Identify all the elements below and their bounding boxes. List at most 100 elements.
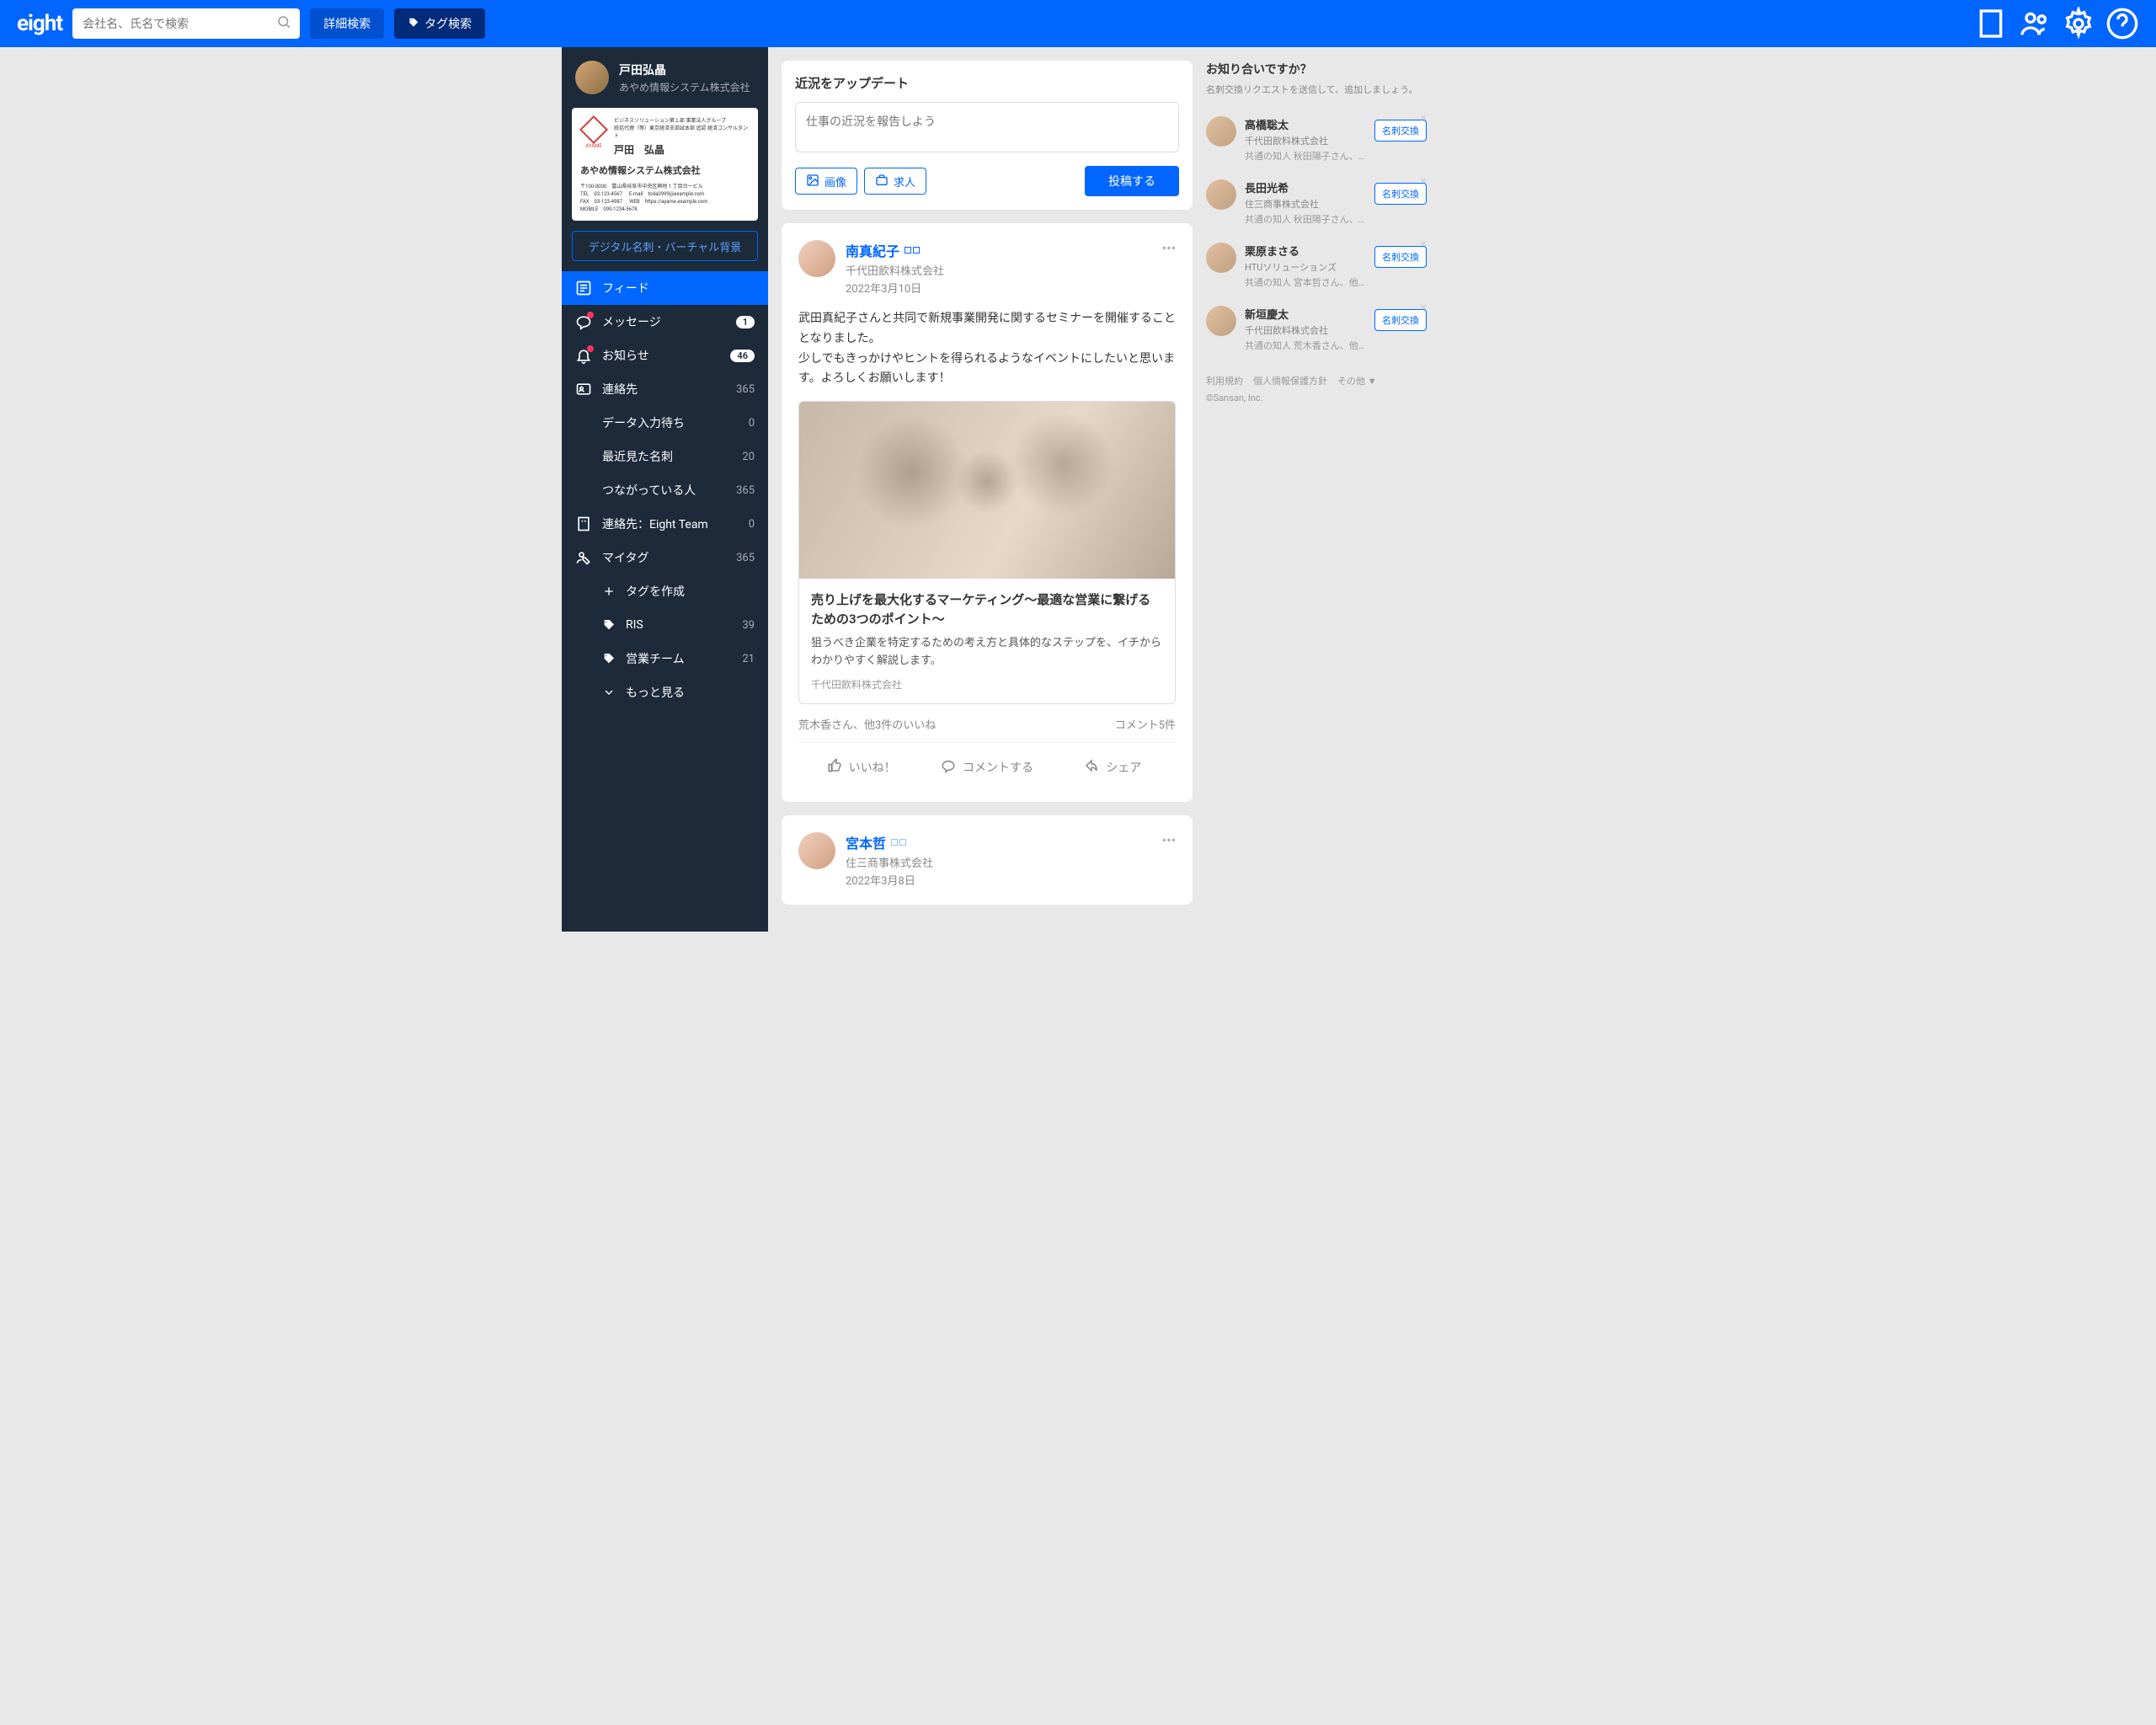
card-name: 戸田 弘晶 bbox=[614, 142, 750, 157]
nav-recent[interactable]: 最近見た名刺 20 bbox=[562, 440, 768, 473]
search-icon[interactable] bbox=[276, 14, 291, 33]
nav-contacts[interactable]: 連絡先 365 bbox=[562, 372, 768, 406]
exchange-button[interactable]: 名刺交換 bbox=[1374, 183, 1427, 205]
main-column: 近況をアップデート 画像 求人 投稿する 南真紀子 千代田飲料株式会社 bbox=[768, 47, 1206, 932]
comment-label: コメントする bbox=[963, 759, 1033, 776]
post-menu-icon[interactable]: ••• bbox=[1162, 240, 1176, 256]
suggestion-item: × 高橋聡太 千代田飲料株式会社 共通の知人 秋田陽子さん、… 名刺交換 bbox=[1206, 108, 1427, 171]
tag-search-button[interactable]: タグ検索 bbox=[394, 8, 485, 39]
post-author[interactable]: 南真紀子 bbox=[846, 240, 944, 260]
suggest-avatar[interactable] bbox=[1206, 116, 1236, 147]
suggest-avatar[interactable] bbox=[1206, 179, 1236, 210]
nav-tag-ris[interactable]: RIS 39 bbox=[562, 608, 768, 642]
post-comments[interactable]: コメント5件 bbox=[1115, 716, 1176, 732]
post-likes[interactable]: 荒木香さん、他3件のいいね bbox=[798, 716, 936, 732]
team-count: 0 bbox=[749, 518, 755, 531]
tag-sales-count: 21 bbox=[742, 653, 755, 665]
post-company: 住三商事株式会社 bbox=[846, 854, 933, 870]
post-button[interactable]: 投稿する bbox=[1085, 166, 1179, 196]
composer-title: 近況をアップデート bbox=[795, 74, 1179, 92]
digital-card-button[interactable]: デジタル名刺・バーチャル背景 bbox=[572, 231, 758, 261]
composer-input[interactable] bbox=[795, 102, 1179, 152]
help-icon[interactable] bbox=[2105, 7, 2139, 40]
post-date: 2022年3月10日 bbox=[846, 280, 944, 296]
mytag-count: 365 bbox=[736, 552, 755, 564]
nav-notices-label: お知らせ bbox=[602, 347, 720, 364]
building-icon[interactable] bbox=[1974, 7, 2008, 40]
comment-button[interactable]: コメントする bbox=[924, 750, 1049, 785]
suggestion-item: × 栗原まさる HTUソリューションズ 共通の知人 宮本哲さん、他… 名刺交換 bbox=[1206, 234, 1427, 297]
building-small-icon bbox=[575, 515, 592, 532]
nav-pending-label: データ入力待ち bbox=[602, 414, 739, 431]
suggest-name[interactable]: 高橋聡太 bbox=[1245, 116, 1366, 132]
nav-feed[interactable]: フィード bbox=[562, 271, 768, 305]
app-header: eight 詳細検索 タグ検索 bbox=[0, 0, 2156, 47]
post-author[interactable]: 宮本哲 bbox=[846, 832, 933, 852]
profile[interactable]: 戸田弘晶 あやめ情報システム株式会社 bbox=[562, 61, 768, 108]
like-button[interactable]: いいね！ bbox=[798, 750, 924, 785]
nav-create-tag[interactable]: タグを作成 bbox=[562, 574, 768, 608]
exchange-button[interactable]: 名刺交換 bbox=[1374, 246, 1427, 268]
people-icon[interactable] bbox=[2018, 7, 2052, 40]
contacts-count: 365 bbox=[736, 383, 755, 396]
nav-create-tag-label: タグを作成 bbox=[626, 583, 755, 600]
post-link-card[interactable]: 売り上げを最大化するマーケティング〜最適な営業に繋げるための3つのポイント〜 狙… bbox=[798, 401, 1176, 704]
suggest-mutual: 共通の知人 秋田陽子さん、… bbox=[1245, 149, 1366, 163]
suggest-name[interactable]: 栗原まさる bbox=[1245, 243, 1366, 259]
close-icon[interactable]: × bbox=[1421, 111, 1427, 125]
card-title: 統括代理（等）東京経済支部試本部 追認 経済コンサルタント bbox=[614, 124, 750, 139]
detail-search-button[interactable]: 詳細検索 bbox=[310, 8, 384, 39]
image-icon bbox=[806, 174, 819, 190]
suggest-name[interactable]: 長田光希 bbox=[1245, 179, 1366, 195]
footer-other[interactable]: その他 ▼ bbox=[1337, 374, 1377, 387]
nav-tag-sales[interactable]: 営業チーム 21 bbox=[562, 642, 768, 676]
exchange-button[interactable]: 名刺交換 bbox=[1374, 309, 1427, 331]
messages-badge: 1 bbox=[736, 316, 755, 328]
nav-more[interactable]: もっと見る bbox=[562, 676, 768, 709]
search-wrap bbox=[72, 8, 300, 39]
post-item: 南真紀子 千代田飲料株式会社 2022年3月10日 ••• 武田真紀子さんと共同… bbox=[782, 223, 1193, 802]
suggest-avatar[interactable] bbox=[1206, 306, 1236, 336]
profile-name: 戸田弘晶 bbox=[619, 61, 750, 78]
tag-small-icon bbox=[602, 650, 616, 667]
card-web: WEB https://ayame.example.com bbox=[629, 197, 707, 205]
card-mobile: MOBILE 090-1234-5678 bbox=[580, 205, 750, 212]
nav-mytag[interactable]: マイタグ 365 bbox=[562, 541, 768, 574]
like-label: いいね！ bbox=[849, 759, 896, 776]
suggestions-sub: 名刺交換リクエストを送信して、追加しましょう。 bbox=[1206, 83, 1427, 96]
logo[interactable]: eight bbox=[17, 11, 62, 36]
nav-more-label: もっと見る bbox=[626, 684, 755, 701]
share-button[interactable]: シェア bbox=[1050, 750, 1176, 785]
nav-messages[interactable]: メッセージ 1 bbox=[562, 305, 768, 339]
suggestion-item: × 長田光希 住三商事株式会社 共通の知人 秋田陽子さん、他… 名刺交換 bbox=[1206, 171, 1427, 234]
image-chip[interactable]: 画像 bbox=[795, 168, 857, 195]
footer-privacy[interactable]: 個人情報保護方針 bbox=[1253, 374, 1327, 387]
post-item: 宮本哲 住三商事株式会社 2022年3月8日 ••• bbox=[782, 815, 1193, 905]
business-card[interactable]: AYAME ビジネスソリューション第１部 事業法人グループ 統括代理（等）東京経… bbox=[572, 108, 758, 221]
suggestion-item: × 新垣慶太 千代田飲料株式会社 共通の知人 荒木香さん、他… 名刺交換 bbox=[1206, 297, 1427, 360]
tag-ris-count: 39 bbox=[742, 619, 755, 632]
footer-terms[interactable]: 利用規約 bbox=[1206, 374, 1243, 387]
post-company: 千代田飲料株式会社 bbox=[846, 262, 944, 278]
post-avatar[interactable] bbox=[798, 832, 835, 869]
nav-notices[interactable]: お知らせ 46 bbox=[562, 339, 768, 372]
close-icon[interactable]: × bbox=[1421, 301, 1427, 314]
nav-connected[interactable]: つながっている人 365 bbox=[562, 473, 768, 507]
search-input[interactable] bbox=[72, 8, 300, 39]
card-company: あやめ情報システム株式会社 bbox=[580, 163, 750, 177]
tag-search-label: タグ検索 bbox=[424, 15, 472, 32]
exchange-button[interactable]: 名刺交換 bbox=[1374, 120, 1427, 142]
gear-icon[interactable] bbox=[2062, 7, 2095, 40]
suggest-avatar[interactable] bbox=[1206, 243, 1236, 273]
suggest-name[interactable]: 新垣慶太 bbox=[1245, 306, 1366, 322]
nav-pending[interactable]: データ入力待ち 0 bbox=[562, 406, 768, 440]
post-avatar[interactable] bbox=[798, 240, 835, 277]
job-chip[interactable]: 求人 bbox=[864, 168, 926, 195]
post-menu-icon[interactable]: ••• bbox=[1162, 832, 1176, 848]
close-icon[interactable]: × bbox=[1421, 238, 1427, 251]
nav-contacts-label: 連絡先 bbox=[602, 381, 726, 398]
close-icon[interactable]: × bbox=[1421, 174, 1427, 188]
post-card-title: 売り上げを最大化するマーケティング〜最適な営業に繋げるための3つのポイント〜 bbox=[811, 590, 1163, 628]
nav-team[interactable]: 連絡先：Eight Team 0 bbox=[562, 507, 768, 541]
chevron-down-icon bbox=[602, 684, 616, 701]
